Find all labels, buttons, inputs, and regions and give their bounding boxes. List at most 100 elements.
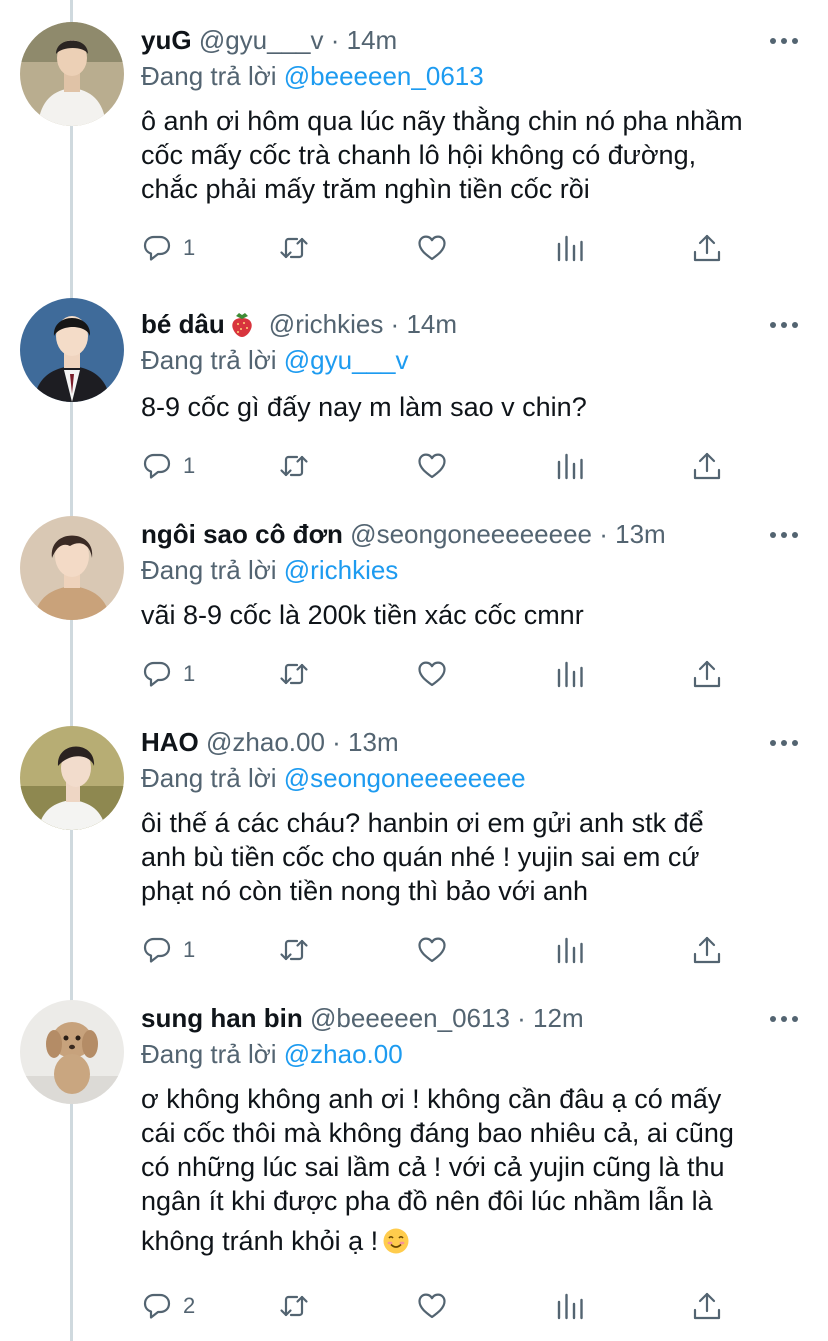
timestamp[interactable]: 13m: [615, 519, 666, 549]
user-handle[interactable]: @seongoneeeeeeee: [350, 519, 592, 549]
display-name[interactable]: sung han bin: [141, 1003, 303, 1033]
timestamp[interactable]: 12m: [533, 1003, 584, 1033]
more-icon[interactable]: [770, 738, 798, 748]
analytics-icon: [554, 934, 586, 966]
reply-button[interactable]: 1: [141, 654, 195, 694]
reply-button[interactable]: 1: [141, 446, 195, 486]
like-button[interactable]: [416, 930, 448, 970]
text-line: ôi thế á các cháu? hanbin ơi em gửi anh …: [141, 808, 704, 838]
tweet-header: sung han bin @beeeeen_0613 · 12m: [141, 1000, 758, 1036]
replying-prefix: Đang trả lời: [141, 1039, 284, 1069]
reply-button[interactable]: 1: [141, 228, 195, 268]
like-button[interactable]: [416, 228, 448, 268]
text-line: vãi 8-9 cốc là 200k tiền xác cốc cmnr: [141, 600, 584, 630]
action-bar: 1: [0, 228, 828, 268]
reply-button[interactable]: 2: [141, 1286, 195, 1326]
text-line: ngân ít khi được pha đồ nên đôi lúc nhầm…: [141, 1186, 713, 1216]
retweet-button[interactable]: [278, 1286, 310, 1326]
separator-dot: ·: [383, 309, 407, 339]
avatar-image: [20, 1000, 124, 1104]
analytics-button[interactable]: [554, 654, 586, 694]
display-name[interactable]: HAO: [141, 727, 199, 757]
share-button[interactable]: [691, 930, 723, 970]
replying-prefix: Đang trả lời: [141, 763, 284, 793]
more-icon[interactable]: [770, 320, 798, 330]
avatar[interactable]: [20, 726, 124, 830]
user-handle[interactable]: @beeeeen_0613: [310, 1003, 510, 1033]
share-button[interactable]: [691, 1286, 723, 1326]
tweet-header: bé dâu @richkies · 14m: [141, 306, 758, 342]
like-button[interactable]: [416, 446, 448, 486]
replying-to: Đang trả lời @beeeeen_0613: [141, 58, 484, 94]
timestamp[interactable]: 13m: [348, 727, 399, 757]
analytics-button[interactable]: [554, 228, 586, 268]
share-icon: [691, 934, 723, 966]
mention-link[interactable]: @gyu___v: [284, 345, 409, 375]
retweet-button[interactable]: [278, 228, 310, 268]
reply-icon: [141, 658, 173, 690]
replying-prefix: Đang trả lời: [141, 345, 284, 375]
tweet[interactable]: sung han bin @beeeeen_0613 · 12m Đang tr…: [0, 998, 828, 1341]
avatar[interactable]: [20, 516, 124, 620]
heart-icon: [416, 658, 448, 690]
text-line: có những lúc sai lầm cả ! với cả yujin c…: [141, 1152, 725, 1182]
display-name[interactable]: bé dâu: [141, 309, 225, 339]
analytics-button[interactable]: [554, 930, 586, 970]
replying-to: Đang trả lời @zhao.00: [141, 1036, 403, 1072]
like-button[interactable]: [416, 654, 448, 694]
text-line: chắc phải mấy trăm nghìn tiền cốc rồi: [141, 174, 590, 204]
mention-link[interactable]: @zhao.00: [284, 1039, 403, 1069]
tweet-header: yuG @gyu___v · 14m: [141, 22, 758, 58]
tweet-text: vãi 8-9 cốc là 200k tiền xác cốc cmnr: [141, 598, 811, 632]
user-handle[interactable]: @zhao.00: [206, 727, 325, 757]
reply-count: 1: [183, 453, 196, 478]
text-line: cốc mấy cốc trà chanh lô hội không có đư…: [141, 140, 697, 170]
retweet-button[interactable]: [278, 930, 310, 970]
heart-icon: [416, 232, 448, 264]
avatar[interactable]: [20, 1000, 124, 1104]
retweet-button[interactable]: [278, 654, 310, 694]
tweet-text: ôi thế á các cháu? hanbin ơi em gửi anh …: [141, 806, 811, 908]
tweet[interactable]: HAO @zhao.00 · 13m Đang trả lời @seongon…: [0, 722, 828, 998]
avatar-image: [20, 516, 124, 620]
share-icon: [691, 1290, 723, 1322]
tweet-text: 8-9 cốc gì đấy nay m làm sao v chin?: [141, 390, 811, 424]
tweet[interactable]: ngôi sao cô đơn @seongoneeeeeeee · 13m Đ…: [0, 510, 828, 722]
tweet[interactable]: yuG @gyu___v · 14m Đang trả lời @beeeeen…: [0, 0, 828, 290]
text-line: phạt nó còn tiền nong thì bảo với anh: [141, 876, 589, 906]
like-button[interactable]: [416, 1286, 448, 1326]
timestamp[interactable]: 14m: [406, 309, 457, 339]
share-button[interactable]: [691, 228, 723, 268]
reply-button[interactable]: 1: [141, 930, 195, 970]
timestamp[interactable]: 14m: [347, 25, 398, 55]
retweet-icon: [278, 450, 310, 482]
avatar[interactable]: [20, 298, 124, 402]
display-name[interactable]: yuG: [141, 25, 192, 55]
strawberry-emoji: [232, 313, 252, 337]
analytics-button[interactable]: [554, 446, 586, 486]
mention-link[interactable]: @richkies: [284, 555, 399, 585]
separator-dot: ·: [509, 1003, 534, 1033]
analytics-button[interactable]: [554, 1286, 586, 1326]
tweet[interactable]: bé dâu @richkies · 14m Đang trả lời @gyu_…: [0, 290, 828, 510]
reply-count: 2: [183, 1293, 196, 1318]
user-handle[interactable]: @gyu___v: [199, 25, 324, 55]
text-line: 8-9 cốc gì đấy nay m làm sao v chin?: [141, 392, 587, 422]
share-button[interactable]: [691, 654, 723, 694]
retweet-icon: [278, 658, 310, 690]
reply-icon: [141, 1290, 173, 1322]
tweet-text: ơ không không anh ơi ! không cần đâu ạ c…: [141, 1082, 811, 1258]
avatar-image: [20, 22, 124, 126]
more-icon[interactable]: [770, 1014, 798, 1024]
mention-link[interactable]: @beeeeen_0613: [284, 61, 484, 91]
mention-link[interactable]: @seongoneeeeeeee: [284, 763, 526, 793]
more-icon[interactable]: [770, 36, 798, 46]
share-button[interactable]: [691, 446, 723, 486]
display-name[interactable]: ngôi sao cô đơn: [141, 519, 343, 549]
text-line: không tránh khỏi ạ !: [141, 1224, 811, 1258]
retweet-button[interactable]: [278, 446, 310, 486]
user-handle[interactable]: @richkies: [269, 309, 384, 339]
text-line: ô anh ơi hôm qua lúc nãy thằng chin nó p…: [141, 106, 743, 136]
avatar[interactable]: [20, 22, 124, 126]
more-icon[interactable]: [770, 530, 798, 540]
